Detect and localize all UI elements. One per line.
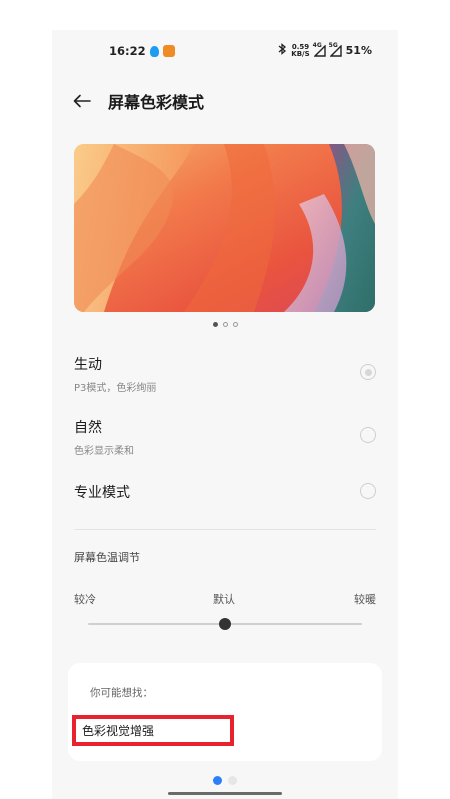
option-vivid-desc: P3模式，色彩绚丽 <box>74 383 157 394</box>
suggestion-hint: 你可能想找： <box>90 687 153 699</box>
preview-wallpaper-image <box>74 144 375 312</box>
status-bar: 16:22 0.59 KB/S 4G 5G 51% <box>52 40 398 62</box>
option-vivid-label: 生动 <box>74 357 102 373</box>
temp-cold-label: 较冷 <box>74 593 96 606</box>
battery-level: 51% <box>345 44 372 57</box>
screen-page-dot-1 <box>213 776 222 785</box>
option-natural-desc: 色彩显示柔和 <box>74 446 134 457</box>
qq-notification-icon <box>150 46 159 57</box>
screen-page-indicator <box>52 776 398 785</box>
home-indicator-bar[interactable] <box>168 792 282 795</box>
option-natural[interactable]: 自然 色彩显示柔和 <box>74 417 376 457</box>
section-divider <box>74 529 376 530</box>
weibo-notification-icon <box>163 45 175 57</box>
suggestion-card: 你可能想找： 色彩视觉增强 <box>68 663 382 761</box>
status-right: 0.59 KB/S 4G 5G 51% <box>278 42 372 58</box>
option-pro-radio[interactable] <box>360 483 376 499</box>
banner-page-dots <box>52 322 398 327</box>
status-time: 16:22 <box>109 44 146 58</box>
option-vivid-radio[interactable] <box>360 364 376 380</box>
speed-unit: KB/S <box>291 49 310 58</box>
color-temp-labels: 较冷 默认 较暖 <box>74 591 376 607</box>
page-dot-1 <box>212 322 218 327</box>
color-preview-banner[interactable] <box>74 144 375 312</box>
option-vivid[interactable]: 生动 P3模式，色彩绚丽 <box>74 354 376 394</box>
signal-5g-icon: 5G <box>329 42 342 57</box>
option-pro[interactable]: 专业模式 <box>74 482 376 502</box>
suggestion-item-color-enhance[interactable]: 色彩视觉增强 <box>72 715 234 746</box>
temp-default-label: 默认 <box>213 593 235 606</box>
page-title: 屏幕色彩模式 <box>108 93 205 112</box>
option-natural-label: 自然 <box>74 420 102 436</box>
signal-4g-icon: 4G <box>313 42 326 57</box>
page-dot-2 <box>222 322 228 327</box>
color-temp-title: 屏幕色温调节 <box>74 551 140 564</box>
bluetooth-icon <box>278 43 287 58</box>
page-header: 屏幕色彩模式 <box>70 88 204 114</box>
temp-warm-label: 较暖 <box>354 593 376 606</box>
option-pro-label: 专业模式 <box>74 485 130 501</box>
screen-page-dot-2 <box>228 776 237 785</box>
option-natural-radio[interactable] <box>360 427 376 443</box>
phone-screen: 16:22 0.59 KB/S 4G 5G 51% 屏幕色彩模式 生动 P3模式… <box>52 30 398 799</box>
color-temp-slider-thumb[interactable] <box>219 618 231 630</box>
back-arrow-icon[interactable] <box>70 89 94 113</box>
page-dot-3 <box>232 322 238 327</box>
network-speed: 0.59 KB/S <box>291 43 310 58</box>
